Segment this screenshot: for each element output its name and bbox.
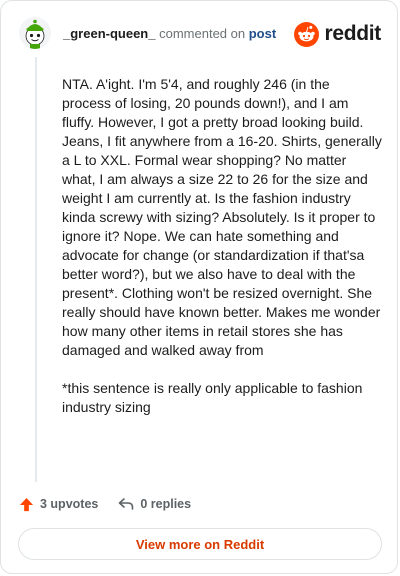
view-more-on-reddit-button[interactable]: View more on Reddit: [18, 528, 382, 560]
comment-header: _green-queen_ commented on post reddit: [19, 15, 381, 55]
comment-body: NTA. A'ight. I'm 5'4, and roughly 246 (i…: [62, 75, 382, 436]
reply-icon: [119, 498, 134, 510]
comment-meta: _green-queen_ commented on post: [63, 26, 276, 41]
upvote-button[interactable]: 3 upvotes: [19, 497, 98, 512]
reply-button[interactable]: 0 replies: [118, 497, 191, 511]
post-link[interactable]: post: [249, 26, 276, 41]
snoo-avatar-icon: [19, 17, 51, 49]
comment-actions: 3 upvotes 0 replies: [19, 494, 211, 514]
commented-on-text: commented on: [159, 26, 246, 41]
embedded-comment-card: _green-queen_ commented on post reddit N…: [0, 0, 398, 574]
reply-count: 0 replies: [140, 497, 192, 511]
reddit-wordmark: reddit: [324, 22, 381, 45]
thread-line: [35, 57, 37, 482]
user-avatar[interactable]: [19, 17, 51, 49]
comment-paragraph: *this sentence is really only applicable…: [62, 380, 363, 415]
reddit-logo-icon: [294, 21, 320, 47]
upvote-count: 3 upvotes: [40, 497, 99, 511]
comment-paragraph: NTA. A'ight. I'm 5'4, and roughly 246 (i…: [62, 76, 382, 358]
username-link[interactable]: _green-queen_: [63, 26, 155, 41]
upvote-arrow-icon: [19, 497, 34, 511]
reddit-brand[interactable]: reddit: [294, 21, 381, 47]
